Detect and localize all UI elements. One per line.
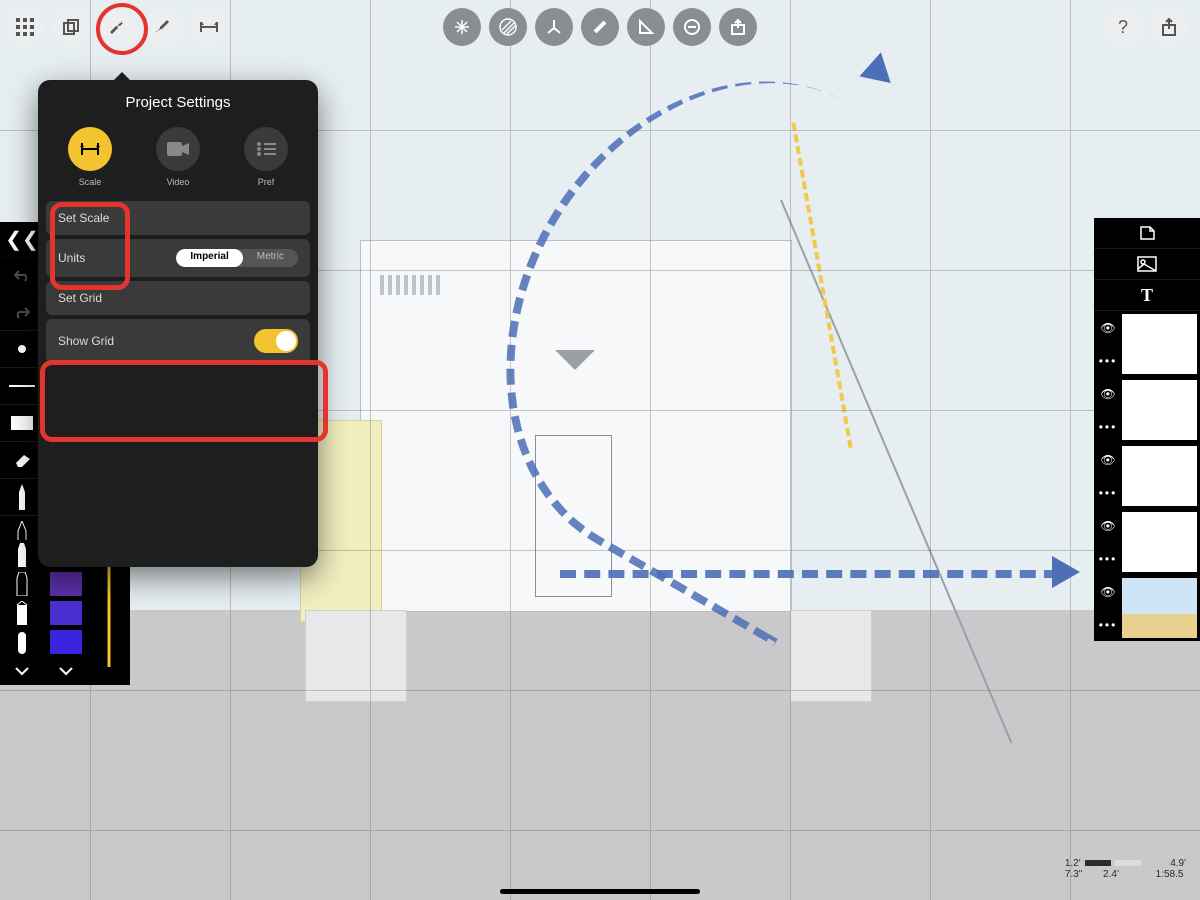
row-label: Show Grid — [58, 334, 114, 348]
share-button[interactable] — [1150, 8, 1188, 46]
tab-label: Video — [167, 177, 190, 187]
scale-value: 2.4' — [1103, 869, 1119, 880]
grid-tool-button[interactable] — [6, 8, 44, 46]
more-icon[interactable]: ••• — [1099, 552, 1118, 566]
export-up-button[interactable] — [719, 8, 757, 46]
layers-panel: T 👁 ••• 👁 ••• 👁 ••• 👁 ••• 👁 ••• — [1094, 218, 1200, 641]
more-icon[interactable]: ••• — [1099, 618, 1118, 632]
row-label: Set Grid — [58, 291, 102, 305]
marker-button[interactable] — [0, 569, 44, 598]
layer-item[interactable]: 👁 ••• — [1094, 575, 1200, 641]
color-swatch[interactable] — [44, 569, 88, 598]
eye-icon[interactable]: 👁 — [1100, 321, 1115, 335]
units-option-metric[interactable]: Metric — [243, 249, 298, 267]
brush-tool-button[interactable] — [144, 8, 182, 46]
more-brushes-button[interactable] — [0, 656, 44, 685]
highlighter-button[interactable] — [0, 598, 44, 627]
settings-wrench-button[interactable] — [98, 8, 136, 46]
tab-label: Pref — [258, 177, 275, 187]
layer-item[interactable]: 👁 ••• — [1094, 443, 1200, 509]
eye-icon[interactable]: 👁 — [1100, 519, 1115, 533]
tab-label: Scale — [79, 177, 102, 187]
show-grid-row: Show Grid — [46, 319, 310, 363]
cylinder-brush-button[interactable] — [0, 627, 44, 656]
color-swatch[interactable] — [44, 627, 88, 656]
project-settings-popover: Project Settings Scale Video Pref Set Sc… — [38, 80, 318, 567]
layer-thumbnail — [1122, 446, 1197, 506]
add-text-button[interactable]: T — [1094, 280, 1200, 311]
layer-item[interactable]: 👁 ••• — [1094, 377, 1200, 443]
units-row: Units Imperial Metric — [46, 239, 310, 277]
show-grid-toggle[interactable] — [254, 329, 298, 353]
text-icon: T — [1141, 285, 1153, 306]
layer-item[interactable]: 👁 ••• — [1094, 311, 1200, 377]
home-indicator — [500, 889, 700, 894]
units-segmented-control[interactable]: Imperial Metric — [176, 249, 298, 267]
more-icon[interactable]: ••• — [1099, 354, 1118, 368]
row-label: Set Scale — [58, 211, 109, 225]
scale-value: 1.2' — [1065, 858, 1081, 869]
add-image-button[interactable] — [1094, 249, 1200, 280]
popover-title: Project Settings — [38, 80, 318, 121]
layer-thumbnail — [1122, 512, 1197, 572]
axis-button[interactable] — [535, 8, 573, 46]
units-option-imperial[interactable]: Imperial — [176, 249, 242, 267]
layer-item[interactable]: 👁 ••• — [1094, 509, 1200, 575]
eye-icon[interactable]: 👁 — [1100, 387, 1115, 401]
tab-pref[interactable]: Pref — [244, 127, 288, 187]
hatch-button[interactable] — [489, 8, 527, 46]
angle-button[interactable] — [627, 8, 665, 46]
more-colors-button[interactable] — [44, 656, 88, 685]
scale-ratio: 1:58.5 — [1156, 869, 1184, 880]
more-icon[interactable]: ••• — [1099, 420, 1118, 434]
set-grid-row[interactable]: Set Grid — [46, 281, 310, 315]
more-icon[interactable]: ••• — [1099, 486, 1118, 500]
layer-thumbnail — [1122, 314, 1197, 374]
layer-thumbnail — [1122, 578, 1197, 638]
tab-video[interactable]: Video — [156, 127, 200, 187]
add-page-button[interactable] — [1094, 218, 1200, 249]
help-icon: ? — [1118, 17, 1128, 38]
top-toolbar: ? — [6, 6, 1194, 48]
measure-button[interactable] — [581, 8, 619, 46]
copy-tool-button[interactable] — [52, 8, 90, 46]
scale-value: 7.3" — [1065, 869, 1082, 880]
row-label: Units — [58, 251, 85, 265]
color-swatch[interactable] — [44, 598, 88, 627]
ruler-tool-button[interactable] — [190, 8, 228, 46]
scale-readout: 1.2' 4.9' 7.3" 2.4' 1:58.5 — [1065, 858, 1186, 880]
tab-scale[interactable]: Scale — [68, 127, 112, 187]
eye-icon[interactable]: 👁 — [1100, 585, 1115, 599]
layer-thumbnail — [1122, 380, 1197, 440]
subtract-button[interactable] — [673, 8, 711, 46]
eye-icon[interactable]: 👁 — [1100, 453, 1115, 467]
set-scale-row[interactable]: Set Scale — [46, 201, 310, 235]
move-3d-button[interactable] — [443, 8, 481, 46]
help-button[interactable]: ? — [1104, 8, 1142, 46]
scale-value: 4.9' — [1170, 858, 1186, 869]
